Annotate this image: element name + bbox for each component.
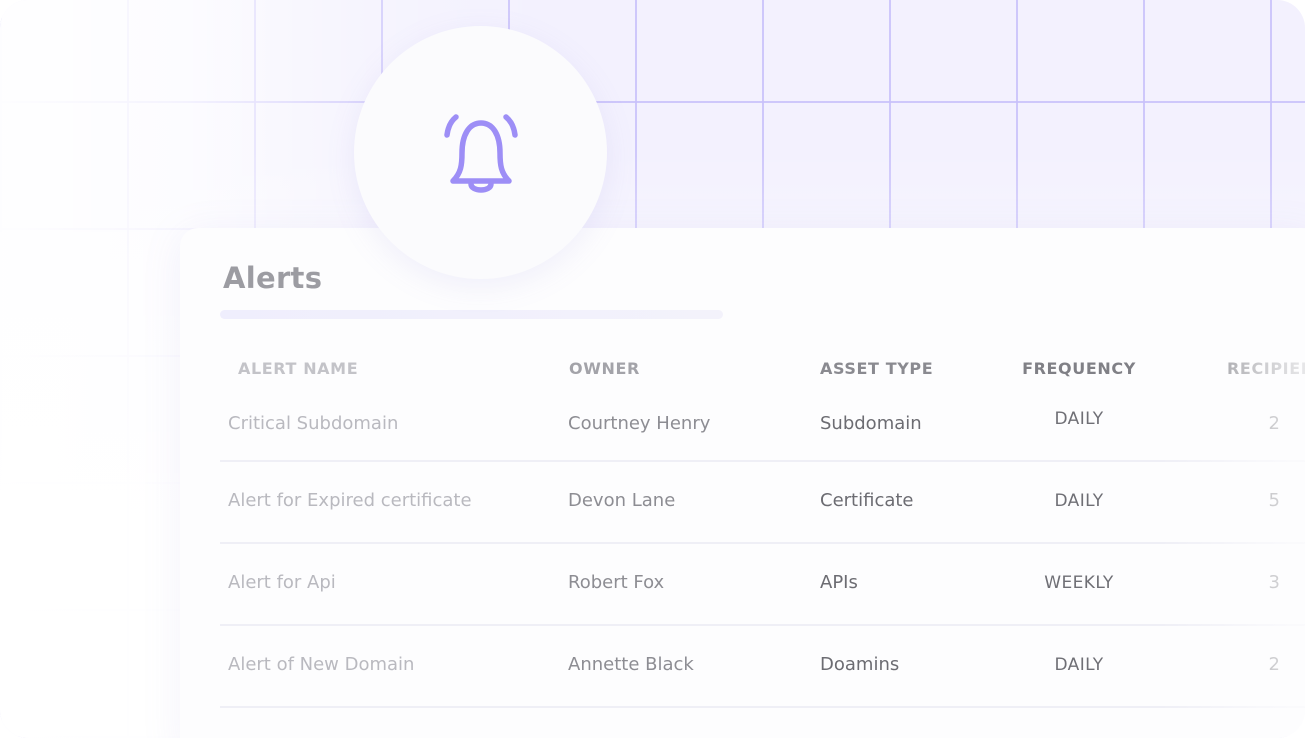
alert-asset-type: Doamins: [820, 654, 900, 675]
column-header-owner[interactable]: OWNER: [569, 359, 640, 378]
alert-asset-type: Subdomain: [820, 413, 922, 434]
title-underline: [220, 310, 723, 319]
alert-owner: Annette Black: [568, 654, 694, 675]
alert-frequency: DAILY: [1054, 655, 1104, 675]
alert-name: Alert of New Domain: [228, 654, 415, 675]
alert-owner: Robert Fox: [568, 572, 665, 593]
bell-icon: [443, 113, 518, 193]
alert-frequency: WEEKLY: [1044, 573, 1114, 593]
column-header-recipients[interactable]: RECIPIEN: [1227, 359, 1305, 378]
table-row[interactable]: Alert of New Domain Annette Black Doamin…: [220, 626, 1305, 708]
alert-recipients: 5: [1268, 490, 1280, 511]
alert-recipients: 2: [1268, 413, 1280, 434]
alert-owner: Courtney Henry: [568, 413, 711, 434]
alert-asset-type: Certificate: [820, 490, 914, 511]
bell-badge: [354, 26, 607, 279]
alert-name: Alert for Api: [228, 572, 336, 593]
alert-frequency: DAILY: [1054, 409, 1104, 429]
alert-owner: Devon Lane: [568, 490, 676, 511]
alert-asset-type: APIs: [820, 572, 858, 593]
table-row[interactable]: Alert for Expired certificate Devon Lane…: [220, 462, 1305, 544]
column-header-asset-type[interactable]: ASSET TYPE: [820, 359, 933, 378]
alert-name: Alert for Expired certificate: [228, 490, 472, 511]
alert-frequency: DAILY: [1054, 491, 1104, 511]
column-header-alert-name[interactable]: ALERT NAME: [238, 359, 358, 378]
card-title: Alerts: [223, 261, 323, 295]
alert-name: Critical Subdomain: [228, 413, 399, 434]
column-header-frequency[interactable]: FREQUENCY: [979, 359, 1179, 378]
alerts-hero: Alerts ALERT NAME OWNER ASSET TYPE FREQU…: [0, 0, 1305, 738]
alerts-card: Alerts ALERT NAME OWNER ASSET TYPE FREQU…: [180, 228, 1305, 738]
alert-recipients: 2: [1268, 654, 1280, 675]
alert-recipients: 3: [1268, 572, 1280, 593]
table-row[interactable]: Critical Subdomain Courtney Henry Subdom…: [220, 380, 1305, 462]
table-row[interactable]: Alert for Api Robert Fox APIs WEEKLY 3: [220, 544, 1305, 626]
